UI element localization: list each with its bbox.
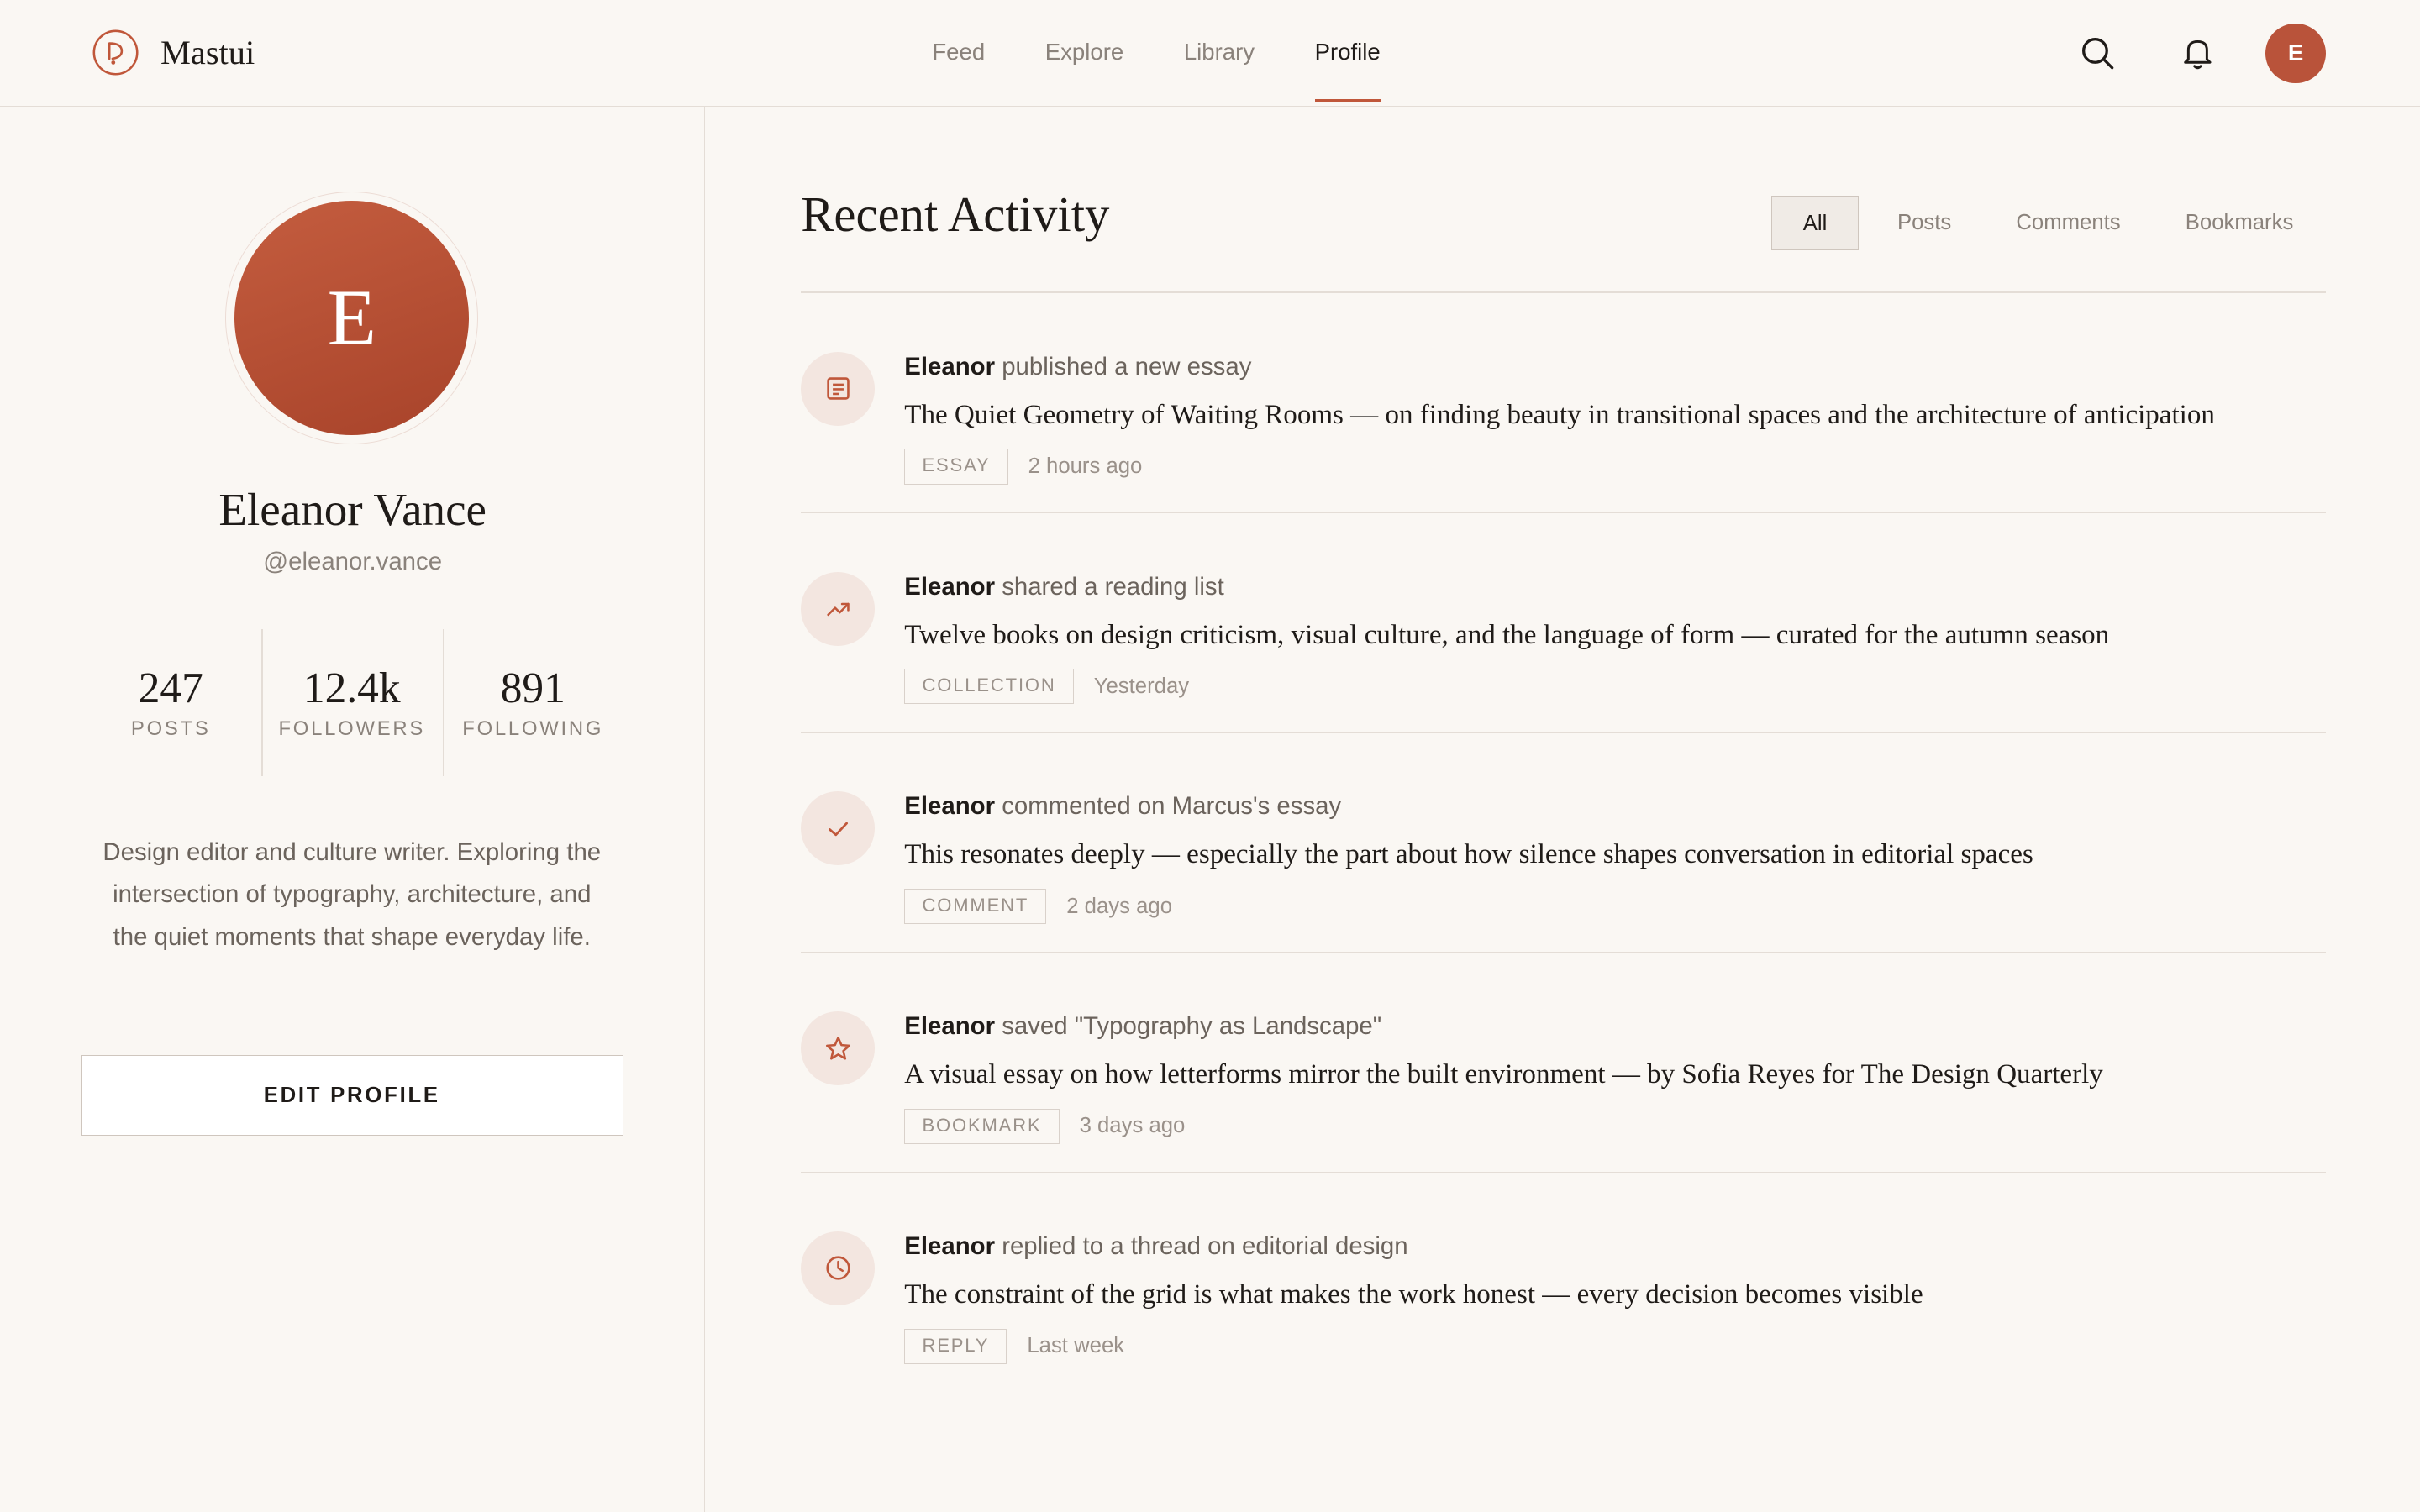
activity-actor[interactable]: Eleanor bbox=[904, 792, 995, 820]
activity-actor[interactable]: Eleanor bbox=[904, 1012, 995, 1040]
activity-summary: Eleanor published a new essay bbox=[904, 352, 2326, 383]
stat-label: POSTS bbox=[130, 717, 211, 741]
activity-meta: REPLY Last week bbox=[904, 1328, 2326, 1364]
brand-logo-icon bbox=[92, 29, 139, 76]
header-actions: E bbox=[2068, 23, 2326, 84]
profile-avatar-ring: E bbox=[225, 191, 479, 444]
brand[interactable]: Mastui bbox=[92, 29, 255, 76]
activity-meta: BOOKMARK 3 days ago bbox=[904, 1108, 2326, 1145]
activity-item[interactable]: Eleanor replied to a thread on editorial… bbox=[801, 1173, 2326, 1392]
activity-time: 2 hours ago bbox=[1028, 454, 1143, 479]
activity-title[interactable]: This resonates deeply — especially the p… bbox=[904, 837, 2326, 871]
top-header: Mastui Feed Explore Library Profile E bbox=[0, 0, 2420, 107]
profile-sidebar: E Eleanor Vance @eleanor.vance 247 POSTS… bbox=[0, 106, 706, 1512]
star-icon bbox=[825, 1036, 850, 1060]
profile-avatar: E bbox=[234, 200, 470, 435]
activity-meta: ESSAY 2 hours ago bbox=[904, 449, 2326, 485]
activity-list: Eleanor published a new essay The Quiet … bbox=[801, 293, 2326, 1392]
activity-body: Eleanor shared a reading list Twelve boo… bbox=[904, 572, 2326, 705]
activity-actor[interactable]: Eleanor bbox=[904, 353, 995, 381]
activity-time: 2 days ago bbox=[1066, 894, 1172, 918]
search-button[interactable] bbox=[2068, 24, 2127, 82]
profile-bio: Design editor and culture writer. Explor… bbox=[103, 837, 602, 951]
activity-filter-tabs: All Posts Comments Bookmarks bbox=[1771, 196, 2326, 250]
activity-icon-badge bbox=[801, 791, 876, 866]
activity-body: Eleanor published a new essay The Quiet … bbox=[904, 352, 2326, 485]
activity-action: replied to a thread on editorial design bbox=[995, 1231, 1408, 1260]
bell-icon bbox=[2184, 40, 2212, 70]
activity-tag: COLLECTION bbox=[904, 669, 1074, 705]
trending-icon bbox=[827, 602, 850, 617]
profile-stats: 247 POSTS 12.4k FOLLOWERS 891 FOLLOWING bbox=[81, 629, 624, 776]
activity-summary: Eleanor replied to a thread on editorial… bbox=[904, 1231, 2326, 1263]
stat-followers[interactable]: 12.4k FOLLOWERS bbox=[261, 629, 443, 776]
activity-summary: Eleanor saved "Typography as Landscape" bbox=[904, 1011, 2326, 1042]
profile-name: Eleanor Vance bbox=[218, 483, 487, 535]
activity-item[interactable]: Eleanor commented on Marcus's essay This… bbox=[801, 733, 2326, 953]
activity-title[interactable]: A visual essay on how letterforms mirror… bbox=[904, 1058, 2326, 1091]
activity-actor[interactable]: Eleanor bbox=[904, 573, 995, 601]
stat-label: FOLLOWERS bbox=[278, 717, 426, 741]
activity-tag: ESSAY bbox=[904, 449, 1008, 485]
profile-handle: @eleanor.vance bbox=[263, 548, 443, 575]
activity-tag: COMMENT bbox=[904, 889, 1047, 925]
activity-icon-badge bbox=[801, 351, 876, 426]
nav-feed[interactable]: Feed bbox=[932, 0, 985, 105]
activity-meta: COLLECTION Yesterday bbox=[904, 669, 2326, 705]
activity-actor[interactable]: Eleanor bbox=[904, 1232, 995, 1260]
activity-body: Eleanor commented on Marcus's essay This… bbox=[904, 791, 2326, 925]
tab-posts[interactable]: Posts bbox=[1865, 196, 1983, 249]
nav-explore[interactable]: Explore bbox=[1045, 0, 1123, 105]
stat-value: 891 bbox=[500, 664, 566, 712]
nav-profile[interactable]: Profile bbox=[1314, 0, 1381, 105]
stat-following[interactable]: 891 FOLLOWING bbox=[442, 629, 624, 776]
document-icon bbox=[827, 377, 850, 401]
clock-icon bbox=[826, 1256, 850, 1281]
activity-icon-badge bbox=[801, 571, 876, 646]
activity-item[interactable]: Eleanor saved "Typography as Landscape" … bbox=[801, 953, 2326, 1173]
check-icon bbox=[828, 822, 848, 837]
stat-label: FOLLOWING bbox=[462, 717, 604, 741]
activity-tag: REPLY bbox=[904, 1328, 1007, 1364]
activity-action: published a new essay bbox=[995, 352, 1252, 381]
activity-summary: Eleanor commented on Marcus's essay bbox=[904, 791, 2326, 822]
user-avatar-button[interactable]: E bbox=[2265, 23, 2326, 84]
activity-title[interactable]: Twelve books on design criticism, visual… bbox=[904, 618, 2326, 652]
notifications-button[interactable] bbox=[2169, 24, 2228, 82]
tab-comments[interactable]: Comments bbox=[1984, 196, 2153, 249]
activity-tag: BOOKMARK bbox=[904, 1108, 1060, 1145]
edit-profile-button[interactable]: EDIT PROFILE bbox=[80, 1055, 624, 1136]
tab-bookmarks[interactable]: Bookmarks bbox=[2153, 196, 2326, 249]
activity-body: Eleanor saved "Typography as Landscape" … bbox=[904, 1011, 2326, 1145]
activity-item[interactable]: Eleanor published a new essay The Quiet … bbox=[801, 293, 2326, 513]
brand-name: Mastui bbox=[160, 33, 255, 71]
activity-item[interactable]: Eleanor shared a reading list Twelve boo… bbox=[801, 513, 2326, 733]
main-nav: Feed Explore Library Profile bbox=[932, 0, 1381, 105]
tab-all[interactable]: All bbox=[1771, 196, 1860, 250]
activity-title[interactable]: The constraint of the grid is what makes… bbox=[904, 1278, 2326, 1311]
activity-time: Yesterday bbox=[1093, 674, 1190, 698]
page-title: Recent Activity bbox=[801, 187, 1110, 243]
stat-posts[interactable]: 247 POSTS bbox=[81, 629, 262, 775]
activity-icon-badge bbox=[801, 1011, 876, 1086]
nav-library[interactable]: Library bbox=[1184, 0, 1255, 105]
stat-value: 247 bbox=[138, 664, 203, 712]
activity-action: saved "Typography as Landscape" bbox=[995, 1012, 1382, 1041]
activity-icon-badge bbox=[801, 1231, 876, 1306]
activity-title[interactable]: The Quiet Geometry of Waiting Rooms — on… bbox=[904, 398, 2326, 432]
activity-body: Eleanor replied to a thread on editorial… bbox=[904, 1231, 2326, 1364]
activity-action: commented on Marcus's essay bbox=[995, 792, 1342, 821]
stat-value: 12.4k bbox=[302, 664, 401, 712]
activity-time: 3 days ago bbox=[1079, 1114, 1186, 1138]
activity-time: Last week bbox=[1027, 1334, 1125, 1358]
activity-meta: COMMENT 2 days ago bbox=[904, 889, 2326, 925]
activity-summary: Eleanor shared a reading list bbox=[904, 572, 2326, 603]
search-icon bbox=[2081, 38, 2114, 70]
activity-action: shared a reading list bbox=[995, 572, 1224, 601]
